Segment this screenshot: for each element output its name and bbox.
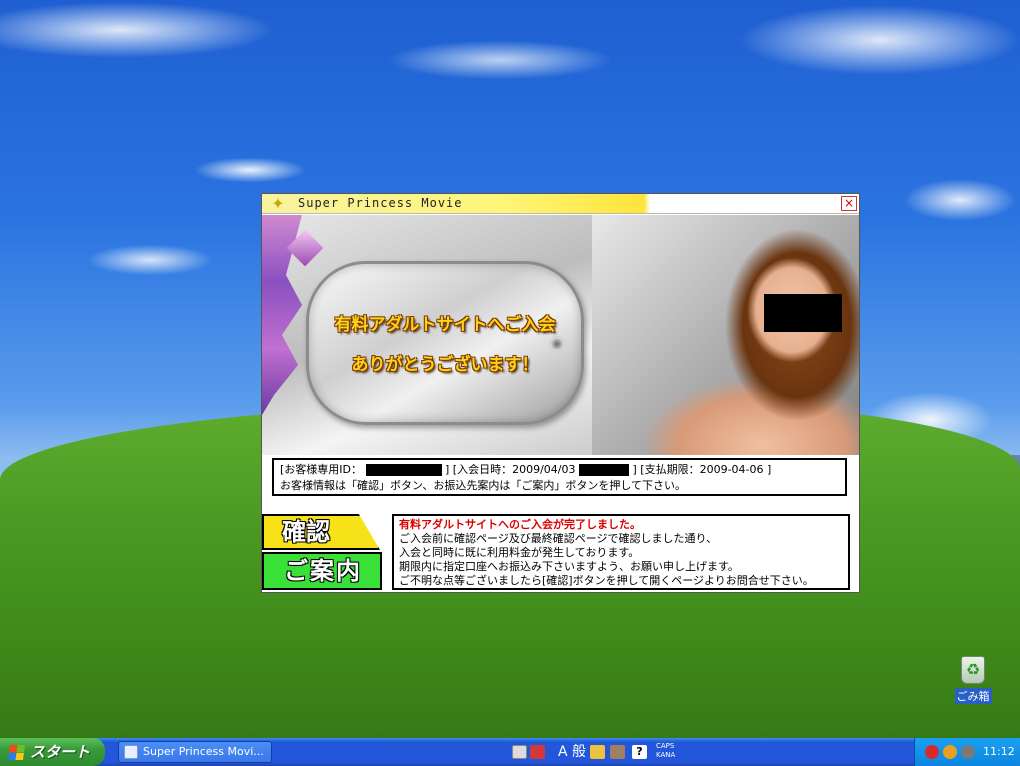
- sparkle-icon: ✦: [271, 194, 285, 213]
- redacted-id: [365, 464, 442, 476]
- notice-line: 期限内に指定口座へお振込み下さいますよう、お願い申し上げます。: [399, 560, 739, 573]
- join-date-label: ] [入会日時：2009/04/03: [445, 463, 576, 476]
- taskbar: スタート Super Princess Movi... A 般 ? CAPS K…: [0, 738, 1020, 766]
- notice-line: ご不明な点等ございましたら[確認]ボタンを押して開くページよりお問合せ下さい。: [399, 574, 814, 587]
- recycle-bin-label[interactable]: ごみ箱: [954, 688, 992, 704]
- ime-pad-icon[interactable]: [590, 745, 605, 759]
- model-photo: [592, 215, 859, 455]
- banner-headline-2: ありがとうございます！: [351, 355, 539, 375]
- adult-site-popup-window: ✦ Super Princess Movie × 有料アダルトサイトへご入会 あ…: [261, 193, 860, 593]
- notice-heading: 有料アダルトサイトへのご入会が完了しました。: [399, 518, 641, 531]
- start-button[interactable]: スタート: [0, 738, 105, 766]
- recycle-bin-icon[interactable]: ♻: [961, 656, 985, 684]
- ime-language-bar: A 般 ? CAPS KANA: [508, 741, 698, 763]
- caps-label: CAPS: [656, 742, 675, 750]
- caps-kana-indicator: CAPS KANA: [656, 742, 675, 760]
- keyboard-icon[interactable]: [512, 745, 527, 759]
- kana-label: KANA: [656, 751, 676, 759]
- close-button[interactable]: ×: [841, 196, 857, 211]
- start-label: スタート: [30, 743, 91, 761]
- banner-headline-1: 有料アダルトサイトへご入会: [334, 315, 556, 335]
- title-bar[interactable]: ✦ Super Princess Movie ×: [262, 194, 859, 214]
- window-icon: [124, 745, 138, 759]
- system-tray: 11:12: [914, 738, 1020, 766]
- notice-line: ご入会前に確認ページ及び最終確認ページで確認しました通り、: [399, 532, 718, 545]
- notice-line: 入会と同時に既に利用料金が発生しております。: [399, 546, 640, 559]
- recycle-bin[interactable]: ♻ ごみ箱: [950, 656, 996, 708]
- security-shield-icon[interactable]: [925, 745, 939, 759]
- notice-message-box: 有料アダルトサイトへのご入会が完了しました。 ご入会前に確認ページ及び最終確認ペ…: [392, 514, 850, 590]
- info-line-2: お客様情報は「確認」ボタン、お振込先案内は「ご案内」ボタンを押して下さい。: [280, 479, 687, 492]
- banner-image: 有料アダルトサイトへご入会 ありがとうございます！: [262, 215, 859, 455]
- help-icon[interactable]: ?: [632, 745, 647, 759]
- taskbar-item-super-princess-movie[interactable]: Super Princess Movi...: [118, 741, 272, 763]
- taskbar-item-label: Super Princess Movi...: [143, 745, 264, 758]
- guide-button[interactable]: ご案内: [262, 552, 382, 590]
- censor-bar: [764, 294, 842, 332]
- customer-info-box: [お客様専用ID： ] [入会日時：2009/04/03 ] [支払期限：200…: [272, 458, 847, 496]
- window-title: Super Princess Movie: [298, 196, 463, 210]
- network-icon[interactable]: [943, 745, 957, 759]
- customer-id-label: [お客様専用ID：: [280, 463, 363, 476]
- payment-deadline: ] [支払期限：2009-04-06 ]: [632, 463, 772, 476]
- ime-mode-indicator[interactable]: A 般: [558, 741, 586, 763]
- ime-tools-icon[interactable]: [610, 745, 625, 759]
- input-mode-icon[interactable]: [530, 745, 545, 759]
- dog-tag-plate: 有料アダルトサイトへご入会 ありがとうございます！: [306, 261, 584, 425]
- volume-icon[interactable]: [961, 745, 975, 759]
- windows-logo-icon: [7, 745, 26, 760]
- redacted-time: [579, 464, 629, 476]
- clock[interactable]: 11:12: [983, 738, 1015, 766]
- info-line-1: [お客様専用ID： ] [入会日時：2009/04/03 ] [支払期限：200…: [280, 462, 839, 478]
- confirm-button[interactable]: 確認: [262, 514, 380, 550]
